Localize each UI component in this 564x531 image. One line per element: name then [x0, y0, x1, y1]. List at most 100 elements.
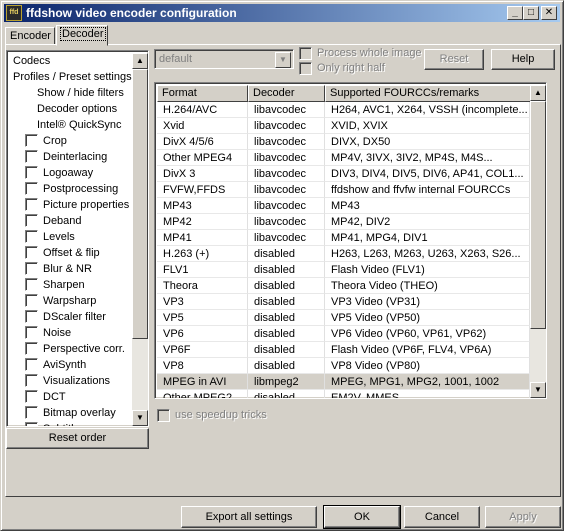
- filter-item[interactable]: AviSynth: [9, 357, 132, 373]
- decoder-cell[interactable]: libavcodec: [248, 150, 325, 166]
- filter-item[interactable]: Profiles / Preset settings: [9, 69, 132, 85]
- decoder-cell[interactable]: libavcodec: [248, 198, 325, 214]
- scroll-down-icon[interactable]: ▼: [530, 382, 546, 398]
- scroll-thumb[interactable]: [530, 101, 546, 329]
- filter-checkbox[interactable]: [25, 150, 38, 163]
- table-row[interactable]: VP8 disabled VP8 Video (VP80): [157, 358, 530, 374]
- reset-order-button[interactable]: Reset order: [6, 428, 149, 449]
- filter-checkbox[interactable]: [25, 134, 38, 147]
- column-fourccs[interactable]: Supported FOURCCs/remarks: [325, 85, 532, 102]
- filter-item[interactable]: Postprocessing: [9, 181, 132, 197]
- table-row[interactable]: DivX 3 libavcodec DIV3, DIV4, DIV5, DIV6, …: [157, 166, 530, 182]
- decoder-cell[interactable]: libmpeg2: [248, 374, 325, 390]
- filter-item[interactable]: Show / hide filters: [9, 85, 132, 101]
- filter-item[interactable]: Picture properties: [9, 197, 132, 213]
- table-row[interactable]: MPEG in AVI libmpeg2 MPEG, MPG1, MPG2, 100…: [157, 374, 530, 390]
- filter-item[interactable]: Perspective corr.: [9, 341, 132, 357]
- decoder-cell[interactable]: disabled: [248, 294, 325, 310]
- table-row[interactable]: H.263 (+) disabled H263, L263, M263, U263,…: [157, 246, 530, 262]
- table-row[interactable]: Xvid libavcodec XVID, XVIX: [157, 118, 530, 134]
- decoder-cell[interactable]: libavcodec: [248, 214, 325, 230]
- tab-encoder[interactable]: Encoder: [5, 27, 55, 45]
- filter-checkbox[interactable]: [25, 422, 38, 426]
- filter-checkbox[interactable]: [25, 406, 38, 419]
- filter-checkbox[interactable]: [25, 246, 38, 259]
- process-whole-image-box[interactable]: [299, 47, 312, 60]
- filter-item[interactable]: Warpsharp: [9, 293, 132, 309]
- decoder-cell[interactable]: disabled: [248, 326, 325, 342]
- table-row[interactable]: VP5 disabled VP5 Video (VP50): [157, 310, 530, 326]
- filter-item[interactable]: Sharpen: [9, 277, 132, 293]
- decoder-cell[interactable]: disabled: [248, 246, 325, 262]
- table-row[interactable]: Theora disabled Theora Video (THEO): [157, 278, 530, 294]
- filter-item[interactable]: Logoaway: [9, 165, 132, 181]
- filter-item[interactable]: Levels: [9, 229, 132, 245]
- filter-item[interactable]: DScaler filter: [9, 309, 132, 325]
- reset-button[interactable]: Reset: [424, 49, 484, 70]
- filter-item[interactable]: Noise: [9, 325, 132, 341]
- table-row[interactable]: FVFW,FFDS libavcodec ffdshow and ffvfw int…: [157, 182, 530, 198]
- decoder-cell[interactable]: libavcodec: [248, 166, 325, 182]
- scroll-down-icon[interactable]: ▼: [132, 410, 148, 426]
- scroll-up-icon[interactable]: ▲: [530, 85, 546, 101]
- minimize-button[interactable]: _: [507, 6, 523, 20]
- filter-item[interactable]: Visualizations: [9, 373, 132, 389]
- decoder-cell[interactable]: libavcodec: [248, 102, 325, 118]
- filter-item[interactable]: Intel® QuickSync: [9, 117, 132, 133]
- table-row[interactable]: VP6F disabled Flash Video (VP6F, FLV4, VP6…: [157, 342, 530, 358]
- column-format[interactable]: Format: [157, 85, 248, 102]
- table-row[interactable]: H.264/AVC libavcodec H264, AVC1, X264, VSS…: [157, 102, 530, 118]
- help-button[interactable]: Help: [491, 49, 555, 70]
- cancel-button[interactable]: Cancel: [404, 506, 480, 528]
- close-button[interactable]: ✕: [541, 6, 557, 20]
- filter-checkbox[interactable]: [25, 182, 38, 195]
- filter-list-scrollbar[interactable]: ▲ ▼: [132, 53, 148, 426]
- filter-checkbox[interactable]: [25, 374, 38, 387]
- decoder-cell[interactable]: disabled: [248, 278, 325, 294]
- filter-item[interactable]: Bitmap overlay: [9, 405, 132, 421]
- filter-checkbox[interactable]: [25, 262, 38, 275]
- decoder-cell[interactable]: disabled: [248, 342, 325, 358]
- decoder-cell[interactable]: libavcodec: [248, 230, 325, 246]
- filter-checkbox[interactable]: [25, 358, 38, 371]
- scroll-up-icon[interactable]: ▲: [132, 53, 148, 69]
- table-row[interactable]: Other MPEG4 libavcodec MP4V, 3IVX, 3IV2, M…: [157, 150, 530, 166]
- filter-item[interactable]: Offset & flip: [9, 245, 132, 261]
- table-row[interactable]: MP42 libavcodec MP42, DIV2: [157, 214, 530, 230]
- filter-list[interactable]: Codecs Profiles / Preset settings Show / h…: [6, 50, 149, 427]
- table-row[interactable]: VP3 disabled VP3 Video (VP31): [157, 294, 530, 310]
- ok-button[interactable]: OK: [323, 505, 401, 529]
- title-bar[interactable]: ffd ffdshow video encoder configuration …: [4, 4, 560, 22]
- process-whole-image-checkbox[interactable]: Process whole image: [299, 47, 424, 61]
- filter-checkbox[interactable]: [25, 278, 38, 291]
- filter-checkbox[interactable]: [25, 230, 38, 243]
- decoder-cell[interactable]: disabled: [248, 262, 325, 278]
- decoder-cell[interactable]: libavcodec: [248, 134, 325, 150]
- filter-checkbox[interactable]: [25, 390, 38, 403]
- filter-item[interactable]: Subtitles: [9, 421, 132, 426]
- decoder-cell[interactable]: disabled: [248, 310, 325, 326]
- filter-checkbox[interactable]: [25, 166, 38, 179]
- only-right-half-box[interactable]: [299, 62, 312, 75]
- table-row[interactable]: MP43 libavcodec MP43: [157, 198, 530, 214]
- column-decoder[interactable]: Decoder: [248, 85, 325, 102]
- filter-item[interactable]: Crop: [9, 133, 132, 149]
- decoder-cell[interactable]: libavcodec: [248, 118, 325, 134]
- decoder-cell[interactable]: libavcodec: [248, 182, 325, 198]
- apply-button[interactable]: Apply: [485, 506, 561, 528]
- filter-item[interactable]: Codecs: [9, 53, 132, 69]
- use-speedup-tricks-box[interactable]: [157, 409, 170, 422]
- tab-decoder[interactable]: Decoder: [56, 25, 108, 46]
- only-right-half-checkbox[interactable]: Only right half: [299, 62, 409, 76]
- filter-checkbox[interactable]: [25, 198, 38, 211]
- filter-item[interactable]: Blur & NR: [9, 261, 132, 277]
- decoder-cell[interactable]: disabled: [248, 390, 325, 398]
- codec-table-scrollbar[interactable]: ▲ ▼: [530, 85, 546, 398]
- preset-combo[interactable]: default ▼: [154, 49, 294, 69]
- filter-item[interactable]: Deinterlacing: [9, 149, 132, 165]
- use-speedup-tricks-checkbox[interactable]: use speedup tricks: [157, 409, 277, 423]
- maximize-button[interactable]: □: [523, 6, 539, 20]
- decoder-cell[interactable]: disabled: [248, 358, 325, 374]
- filter-checkbox[interactable]: [25, 294, 38, 307]
- export-all-settings-button[interactable]: Export all settings: [181, 506, 317, 528]
